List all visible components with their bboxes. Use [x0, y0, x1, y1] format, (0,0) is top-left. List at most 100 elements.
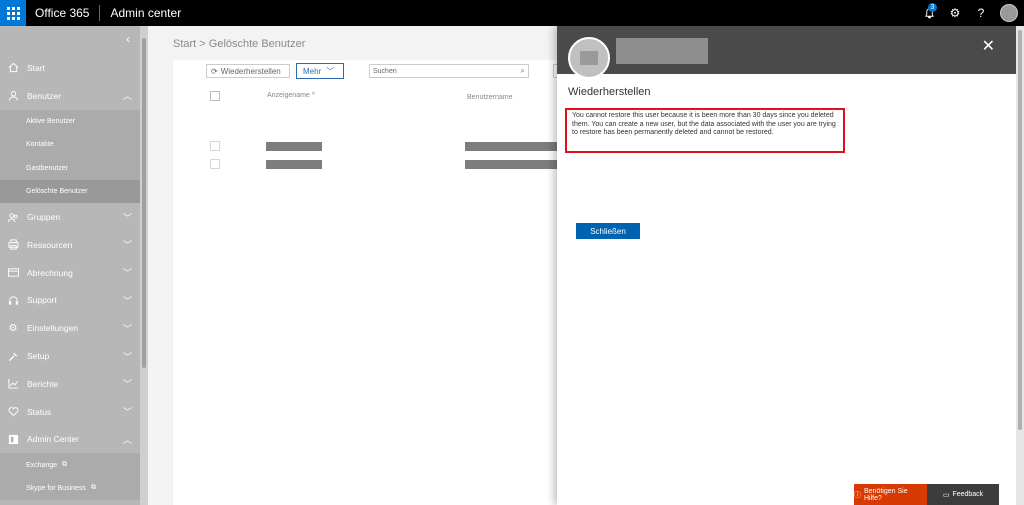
sidebar-subitem-label: Exchange: [26, 461, 58, 469]
panel-header: ✕: [557, 26, 1016, 79]
waffle-icon[interactable]: [0, 0, 26, 26]
redacted-user-name: [616, 38, 708, 64]
sidebar-item-einstellungen[interactable]: ⚙ Einstellungen ﹀: [0, 314, 140, 342]
headset-icon: [7, 294, 19, 306]
redacted-username: [465, 142, 565, 151]
sidebar-item-status[interactable]: Status ﹀: [0, 398, 140, 426]
row-checkbox[interactable]: [210, 159, 220, 169]
chevron-up-icon: ︿: [122, 434, 132, 445]
redacted-display-name: [266, 160, 322, 169]
sidebar-subitem-label: Skype for Business: [26, 484, 86, 492]
sidebar-item-berichte[interactable]: Berichte ﹀: [0, 370, 140, 398]
speech-bubble-icon: ▭: [942, 491, 950, 499]
panel-title: Wiederherstellen: [568, 86, 651, 98]
top-bar: Office 365 Admin center 3 ⚙ ?: [0, 0, 1024, 26]
more-label: Mehr: [303, 66, 322, 76]
sidebar-item-label: Status: [27, 406, 52, 417]
group-icon: [7, 211, 19, 223]
chevron-down-icon: ﹀: [122, 323, 132, 334]
sidebar-subitem-exchange[interactable]: Exchange ⧉: [0, 453, 140, 477]
chevron-down-icon: ﹀: [122, 240, 132, 251]
bell-icon[interactable]: 3: [916, 0, 942, 26]
chevron-up-icon: ︿: [122, 91, 132, 102]
chevron-down-icon: ﹀: [122, 407, 132, 418]
sidebar-item-label: Abrechnung: [27, 267, 73, 278]
sidebar-item-abrechnung[interactable]: Abrechnung ﹀: [0, 259, 140, 287]
notification-badge: 3: [928, 3, 937, 12]
gear-icon: ⚙: [8, 322, 18, 334]
brand-label[interactable]: Office 365: [26, 6, 99, 20]
home-icon: [7, 62, 19, 74]
user-avatar: [568, 37, 610, 79]
sidebar-subitem-gastbenutzer[interactable]: Gastbenutzer: [0, 156, 140, 180]
feedback-button[interactable]: ▭ Feedback: [927, 484, 999, 505]
sidebar-item-gruppen[interactable]: Gruppen ﹀: [0, 203, 140, 231]
column-header-display-name[interactable]: Anzeigename ^: [267, 92, 315, 99]
sort-icon: ^: [311, 92, 316, 99]
redacted-display-name: [266, 142, 322, 151]
user-icon: [7, 90, 19, 102]
sidebar-nav: Start Benutzer ︿ Aktive Benutzer Kontakt…: [0, 54, 140, 501]
restore-button[interactable]: ⟳ Wiederherstellen: [206, 64, 290, 78]
refresh-icon: ⟳: [211, 66, 218, 76]
page-scroll-thumb[interactable]: [1018, 30, 1022, 430]
question-icon[interactable]: ?: [968, 0, 994, 26]
chevron-down-icon: ﹀: [122, 212, 132, 223]
sidebar: ‹ Start Benutzer ︿ Aktive Benutzer Konta…: [0, 26, 140, 505]
help-button[interactable]: ⓘ Benötigen Sie Hilfe?: [854, 484, 927, 505]
sidebar-item-ressourcen[interactable]: Ressourcen ﹀: [0, 231, 140, 259]
sidebar-subitem-skype[interactable]: Skype for Business ⧉: [0, 476, 140, 501]
sidebar-item-start[interactable]: Start: [0, 54, 140, 82]
sidebar-item-label: Berichte: [27, 378, 59, 389]
gear-icon[interactable]: ⚙: [942, 0, 968, 26]
sidebar-scroll-thumb[interactable]: [142, 38, 146, 368]
external-link-icon: ⧉: [62, 461, 68, 469]
help-circle-icon: ⓘ: [854, 491, 861, 499]
chevron-down-icon: ﹀: [122, 379, 132, 390]
sidebar-item-admin-center[interactable]: Admin Center ︿: [0, 426, 140, 454]
feedback-label: Feedback: [952, 491, 984, 498]
more-button[interactable]: Mehr ﹀: [296, 63, 344, 79]
chevron-down-icon: ﹀: [122, 295, 132, 306]
restore-flyout-panel: ✕ Wiederherstellen You cannot restore th…: [557, 26, 1016, 505]
credit-card-icon: [7, 267, 19, 279]
restore-label: Wiederherstellen: [220, 66, 281, 76]
wrench-icon: [7, 350, 19, 362]
sidebar-item-label: Gruppen: [27, 212, 61, 223]
heart-icon: [7, 406, 19, 418]
search-input[interactable]: Suchen ⌕: [369, 64, 529, 78]
sidebar-item-label: Einstellungen: [27, 323, 79, 334]
breadcrumb: Start > Gelöschte Benutzer: [173, 38, 306, 50]
sidebar-subitem-kontakte[interactable]: Kontakte: [0, 132, 140, 157]
sidebar-item-benutzer[interactable]: Benutzer ︿: [0, 82, 140, 110]
select-all-checkbox[interactable]: [210, 91, 220, 101]
collapse-icon[interactable]: ‹: [126, 32, 130, 46]
chevron-down-icon: ﹀: [326, 66, 335, 76]
search-placeholder: Suchen: [373, 67, 397, 75]
table-row[interactable]: [210, 140, 565, 152]
main-content: Start > Gelöschte Benutzer ⟳ Wiederherst…: [148, 26, 565, 505]
sidebar-item-setup[interactable]: Setup ﹀: [0, 342, 140, 370]
users-table-panel: ⟳ Wiederherstellen Mehr ﹀ Suchen ⌕ Anzei…: [173, 60, 565, 505]
admin-icon: [7, 433, 19, 445]
close-button[interactable]: Schließen: [576, 223, 640, 239]
avatar[interactable]: [1000, 4, 1018, 22]
column-header-username[interactable]: Benutzername: [467, 94, 513, 101]
sidebar-item-label: Support: [27, 295, 57, 306]
help-label: Benötigen Sie Hilfe?: [864, 487, 908, 502]
row-checkbox[interactable]: [210, 141, 220, 151]
chevron-down-icon: ﹀: [122, 351, 132, 362]
sidebar-item-support[interactable]: Support ﹀: [0, 287, 140, 315]
sidebar-item-label: Start: [27, 62, 45, 73]
table-row[interactable]: [210, 158, 565, 170]
sidebar-subitem-aktive-benutzer[interactable]: Aktive Benutzer: [0, 109, 140, 133]
chevron-down-icon: ﹀: [122, 268, 132, 279]
sidebar-item-label: Benutzer: [27, 90, 62, 101]
sidebar-item-label: Setup: [27, 351, 50, 362]
sidebar-item-label: Ressourcen: [27, 239, 73, 250]
external-link-icon: ⧉: [90, 484, 96, 492]
sidebar-subitem-geloeschte-benutzer[interactable]: Gelöschte Benutzer: [0, 179, 140, 204]
close-icon[interactable]: ✕: [982, 36, 995, 56]
redacted-username: [465, 160, 565, 169]
app-name[interactable]: Admin center: [100, 6, 181, 20]
